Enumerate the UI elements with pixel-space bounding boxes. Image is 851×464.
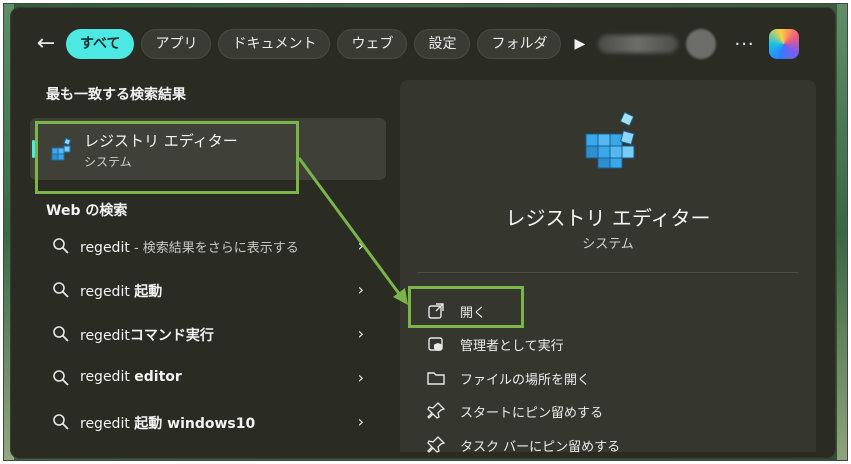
divider <box>418 272 798 273</box>
chevron-right-icon[interactable]: › <box>358 368 364 387</box>
tab-documents[interactable]: ドキュメント <box>218 29 331 59</box>
web-result-query: regedit <box>80 240 130 256</box>
tab-apps[interactable]: アプリ <box>141 29 212 59</box>
pin-icon <box>427 436 446 453</box>
app-detail-panel: レジストリ エディター システム 開く 管理者として実行 ファイルの場所を開く … <box>400 80 816 455</box>
chevron-right-icon[interactable]: › <box>358 324 364 343</box>
tab-all[interactable]: すべて <box>66 29 135 59</box>
web-result-query: regedit <box>80 416 135 432</box>
web-result-suffix: - 検索結果をさらに表示する <box>129 241 299 256</box>
wallpaper-edge-right <box>837 4 847 460</box>
action-label: タスク バーにピン留めする <box>460 439 621 455</box>
chevron-right-icon[interactable]: › <box>358 280 364 299</box>
action-label: ファイルの場所を開く <box>460 372 591 388</box>
tab-settings[interactable]: 設定 <box>414 29 471 59</box>
back-arrow-icon[interactable]: ← <box>30 28 62 60</box>
highlight-box-best-match <box>35 121 299 194</box>
filter-bar: ← すべて アプリ ドキュメント ウェブ 設定 フォルダ ▶ ··· <box>30 26 835 62</box>
web-result-bold: editor <box>134 369 182 385</box>
copilot-icon[interactable] <box>768 29 799 59</box>
web-result-bold: コマンド実行 <box>129 328 214 344</box>
web-result-bold: 起動 <box>134 284 163 300</box>
web-result[interactable]: regedit 起動 windows10 › <box>30 400 386 444</box>
web-result-bold: 起動 windows10 <box>134 416 256 432</box>
highlight-box-open <box>408 286 524 328</box>
web-result-query: regedit <box>80 369 135 385</box>
admin-shield-icon <box>428 337 443 351</box>
best-match-heading: 最も一致する検索結果 <box>46 87 186 103</box>
pin-icon <box>427 402 446 419</box>
action-pin-to-start[interactable]: スタートにピン留めする <box>426 398 603 424</box>
action-label: スタートにピン留めする <box>460 405 604 421</box>
web-result-query: regedit <box>80 284 135 300</box>
web-result[interactable]: regedit 起動 › <box>30 268 386 312</box>
web-result[interactable]: regedit editor › <box>30 356 386 400</box>
scroll-tabs-icon[interactable]: ▶ <box>574 36 590 52</box>
account-name-blurred <box>598 35 679 53</box>
search-icon <box>53 414 69 430</box>
chevron-right-icon[interactable]: › <box>358 236 364 255</box>
tab-folders[interactable]: フォルダ <box>477 29 562 59</box>
action-open-file-location[interactable]: ファイルの場所を開く <box>426 365 590 391</box>
search-icon <box>53 370 69 386</box>
action-pin-to-taskbar[interactable]: タスク バーにピン留めする <box>426 432 620 458</box>
tab-web[interactable]: ウェブ <box>337 29 408 59</box>
search-icon <box>53 238 69 254</box>
web-result[interactable]: regedit - 検索結果をさらに表示する › <box>30 224 386 268</box>
web-result[interactable]: regeditコマンド実行 › <box>30 312 386 356</box>
chevron-right-icon[interactable]: › <box>358 412 364 431</box>
search-icon <box>53 326 69 342</box>
registry-editor-icon <box>585 111 635 169</box>
web-search-heading: Web の検索 <box>46 203 128 219</box>
app-category: システム <box>582 237 634 252</box>
more-options-icon[interactable]: ··· <box>734 34 754 55</box>
app-title: レジストリ エディター <box>505 206 711 230</box>
web-result-query: regedit <box>80 328 130 344</box>
search-icon <box>53 282 69 298</box>
folder-icon <box>427 372 445 385</box>
action-label: 管理者として実行 <box>460 338 564 354</box>
avatar[interactable] <box>686 29 717 59</box>
action-run-as-admin[interactable]: 管理者として実行 <box>426 331 564 357</box>
